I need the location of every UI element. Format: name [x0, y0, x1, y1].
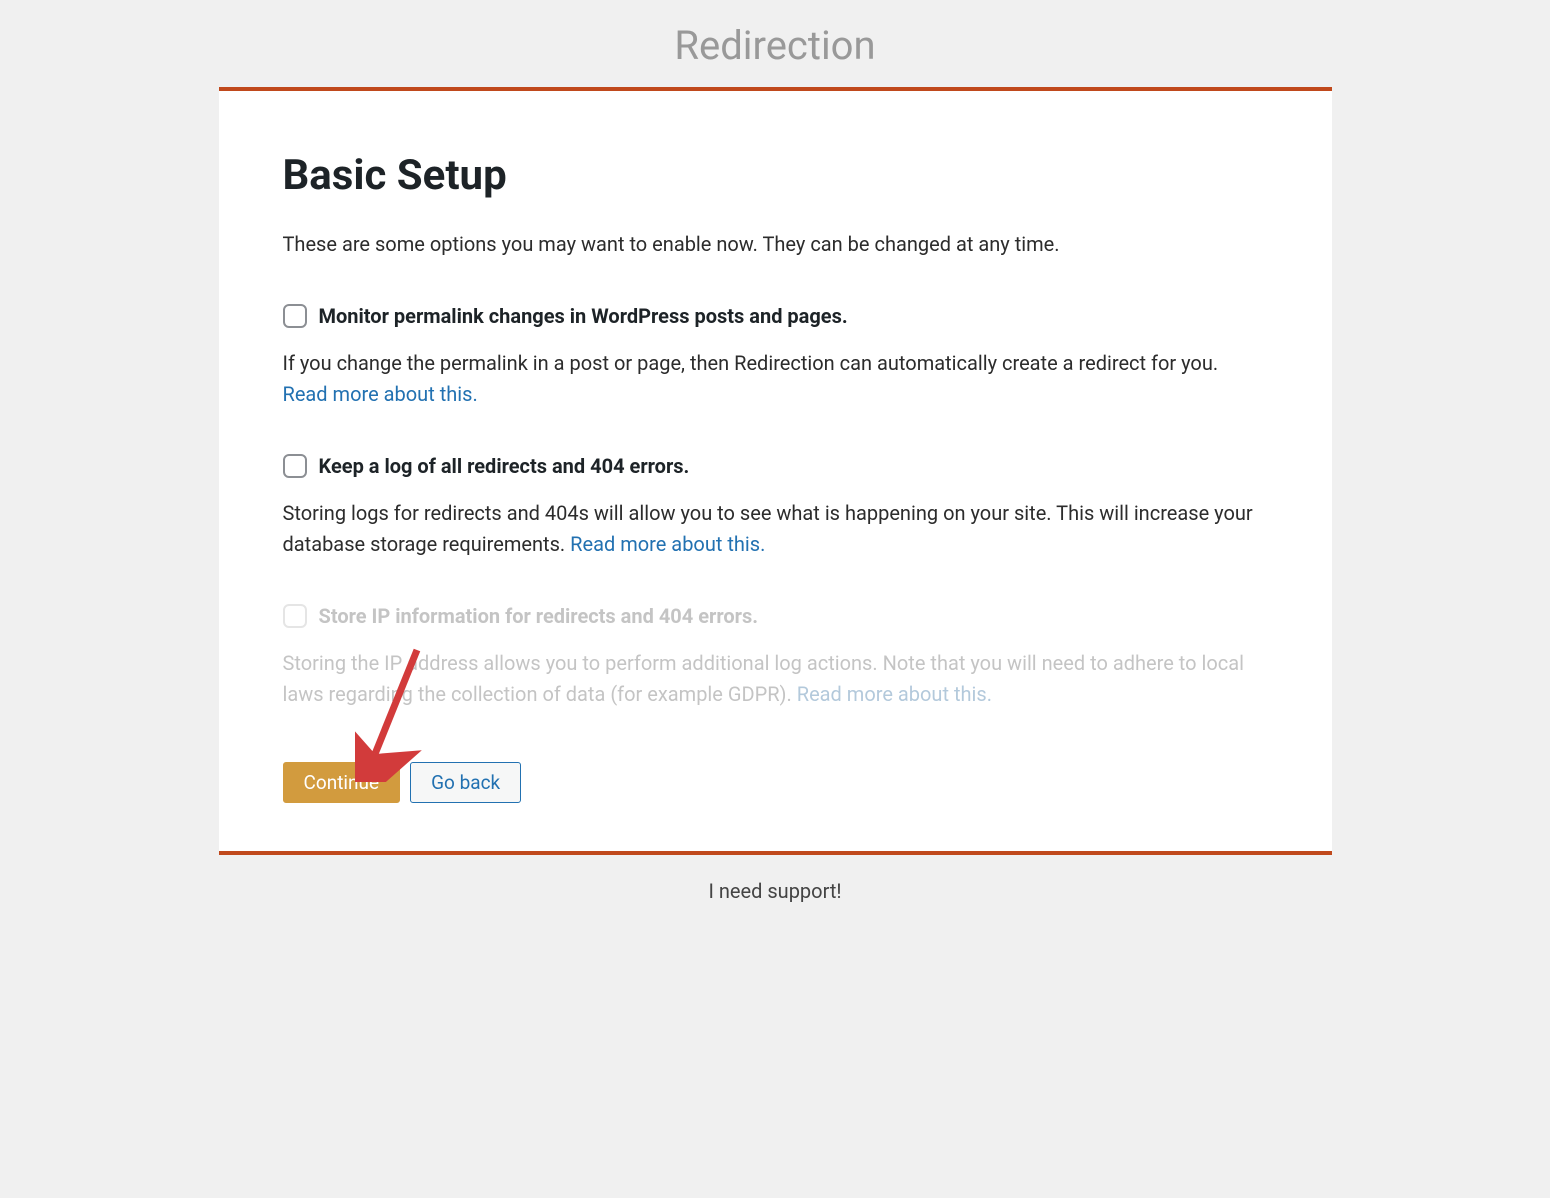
option-keep-log: Keep a log of all redirects and 404 erro… [283, 454, 1268, 560]
read-more-link[interactable]: Read more about this. [797, 682, 992, 706]
go-back-button[interactable]: Go back [410, 762, 521, 803]
option-monitor-permalink: Monitor permalink changes in WordPress p… [283, 304, 1268, 410]
option-store-ip: Store IP information for redirects and 4… [283, 604, 1268, 710]
checkbox-keep-log[interactable] [283, 454, 307, 478]
checkbox-store-ip [283, 604, 307, 628]
read-more-link[interactable]: Read more about this. [283, 382, 478, 406]
button-row: Continue Go back [283, 762, 1268, 803]
checkbox-label: Keep a log of all redirects and 404 erro… [319, 454, 690, 478]
option-description: Storing the IP address allows you to per… [283, 648, 1268, 710]
intro-text: These are some options you may want to e… [283, 232, 1268, 256]
checkbox-label: Monitor permalink changes in WordPress p… [319, 304, 848, 328]
option-description: If you change the permalink in a post or… [283, 348, 1268, 410]
page-title: Redirection [219, 0, 1332, 87]
continue-button[interactable]: Continue [283, 762, 401, 803]
read-more-link[interactable]: Read more about this. [570, 532, 765, 556]
section-title: Basic Setup [283, 151, 1268, 200]
support-link[interactable]: I need support! [219, 855, 1332, 927]
option-description: Storing logs for redirects and 404s will… [283, 498, 1268, 560]
checkbox-monitor-permalink[interactable] [283, 304, 307, 328]
checkbox-label: Store IP information for redirects and 4… [319, 604, 759, 628]
setup-card: Basic Setup These are some options you m… [219, 87, 1332, 855]
